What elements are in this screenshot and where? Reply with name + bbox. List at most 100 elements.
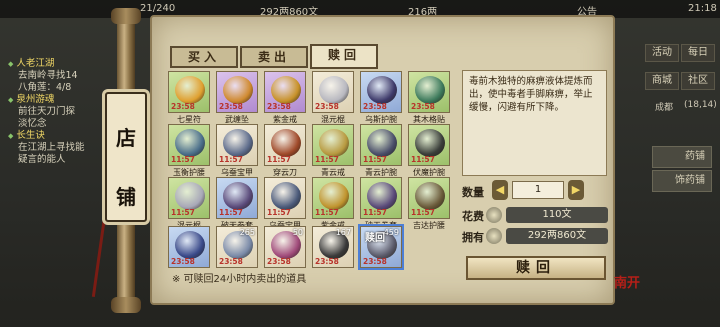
item-remaining-time: 23:58 [267,257,291,266]
item-quantity: 265 [239,228,255,237]
item-icon [175,76,205,104]
quantity-decrease-button[interactable]: ◀ [492,180,508,200]
item-slot[interactable]: 23:58 265 [216,226,258,268]
item-icon [223,76,253,104]
item-slot[interactable]: 11:57 [264,124,306,166]
item-slot[interactable]: 11:57 [216,124,258,166]
cost-value: 110文 [506,207,608,223]
redeem-hint: ※ 可赎回24小时内卖出的道具 [172,274,307,285]
item-slot[interactable]: 23:58 [168,71,210,113]
item-slot[interactable]: 23:58 [216,71,258,113]
item-remaining-time: 23:58 [315,102,339,111]
tab-buy[interactable]: 买入 [170,46,238,68]
item-slot[interactable]: 23:58 167 [312,226,354,268]
item-icon [319,76,349,104]
item-remaining-time: 23:58 [363,102,387,111]
item-remaining-time: 11:57 [219,155,243,164]
item-slot[interactable]: 11:57 [216,177,258,219]
item-remaining-time: 11:57 [363,155,387,164]
item-remaining-time: 23:58 [363,257,387,266]
item-remaining-time: 11:57 [267,155,291,164]
item-icon [223,129,253,157]
item-remaining-time: 11:57 [363,208,387,217]
item-remaining-time: 11:57 [315,208,339,217]
item-slot[interactable]: 23:58 [168,226,210,268]
tab-sell[interactable]: 卖出 [240,46,308,68]
quest-line: 前往天刀门探 [18,106,76,117]
item-remaining-time: 11:57 [411,155,435,164]
quest-line: 去南岭寻找14 [18,70,78,81]
banner-char: 店 [116,126,136,150]
item-remaining-time: 23:58 [219,257,243,266]
item-icon [175,129,205,157]
item-icon [415,129,445,157]
item-icon [271,129,301,157]
quantity-field[interactable]: 1 [512,181,564,199]
item-slot[interactable]: 11:57 [408,124,450,166]
activity-button[interactable]: 活动 [645,44,679,62]
shop-seal: 南开 [614,276,641,291]
quest-title[interactable]: 长生诀 [16,130,105,142]
coin-icon [486,228,502,244]
item-slot[interactable]: 11:57 [264,177,306,219]
pharmacy-button[interactable]: 药铺 [652,146,712,168]
item-icon [415,76,445,104]
medicine-shop-button[interactable]: 饰药铺 [652,170,712,192]
location-name: 成都 [655,103,674,113]
item-remaining-time: 23:58 [315,257,339,266]
item-description: 毒前木独特的麻痹液体提炼而出，使中毒者手脚麻痹，举止缓慢，闪避有所下降。 [462,70,607,176]
quest-title[interactable]: 泉州游魂 [16,94,105,106]
item-icon [367,129,397,157]
item-icon [367,182,397,210]
item-remaining-time: 11:57 [171,208,195,217]
item-grid: 23:58 七星符 23:58 武缠坠 23:58 紫金戒 23:58 混元棍 23:58 乌斯护… [168,71,456,270]
item-remaining-time: 23:58 [411,102,435,111]
item-slot[interactable]: 11:57 [312,177,354,219]
item-slot[interactable]: 23:58 [312,71,354,113]
quest-tracker[interactable]: 人老江湖 去南岭寻找14 八角莲：4/8 泉州游魂 前往天刀门探 淡忆念 长生诀… [0,58,105,166]
quest-line: 淡忆念 [18,118,47,129]
item-slot[interactable]: 23:58 50 [264,226,306,268]
item-slot[interactable]: 23:58 [264,71,306,113]
item-remaining-time: 23:58 [171,257,195,266]
item-slot[interactable]: 11:57 [168,124,210,166]
banner-char: 铺 [116,185,136,209]
quest-line: 在江湖上寻找能 [18,142,85,153]
cost-label: 花费 [462,210,484,223]
owned-value: 292两860文 [506,228,608,244]
location-coords: (18,14) [684,100,717,110]
item-redeem-tag: 赎回 [365,233,385,244]
community-button[interactable]: 社区 [681,72,715,90]
item-quantity: 50 [292,228,303,237]
redeem-button[interactable]: 赎回 [466,256,606,280]
item-icon [367,76,397,104]
quantity-increase-button[interactable]: ▶ [568,180,584,200]
item-slot[interactable]: 11:57 [360,124,402,166]
scroll-roller: 店 铺 [95,8,155,313]
roller-cap-bottom [111,297,141,313]
item-icon [223,182,253,210]
quest-line: 八角莲：4/8 [18,82,72,93]
item-slot[interactable]: 11:57 [408,177,450,219]
item-remaining-time: 23:58 [171,102,195,111]
item-slot[interactable]: 11:57 [360,177,402,219]
item-slot[interactable]: 23:58 459 赎回 [358,224,404,270]
daily-button[interactable]: 每日 [681,44,715,62]
item-slot[interactable]: 23:58 [408,71,450,113]
quest-title[interactable]: 人老江湖 [16,58,105,70]
quest-line: 疑言的能人 [18,154,66,165]
item-slot[interactable]: 11:57 [312,124,354,166]
tab-redeem[interactable]: 赎回 [310,44,378,69]
shop-banner: 店 铺 [105,92,147,222]
item-icon [271,182,301,210]
owned-label: 拥有 [462,231,484,244]
item-slot[interactable]: 11:57 [168,177,210,219]
mall-button[interactable]: 商城 [645,72,679,90]
item-slot[interactable]: 23:58 [360,71,402,113]
clock: 21:18 [688,3,717,14]
item-icon [319,129,349,157]
item-remaining-time: 11:57 [219,208,243,217]
item-remaining-time: 23:58 [219,102,243,111]
item-icon [175,231,205,259]
item-remaining-time: 11:57 [411,208,435,217]
